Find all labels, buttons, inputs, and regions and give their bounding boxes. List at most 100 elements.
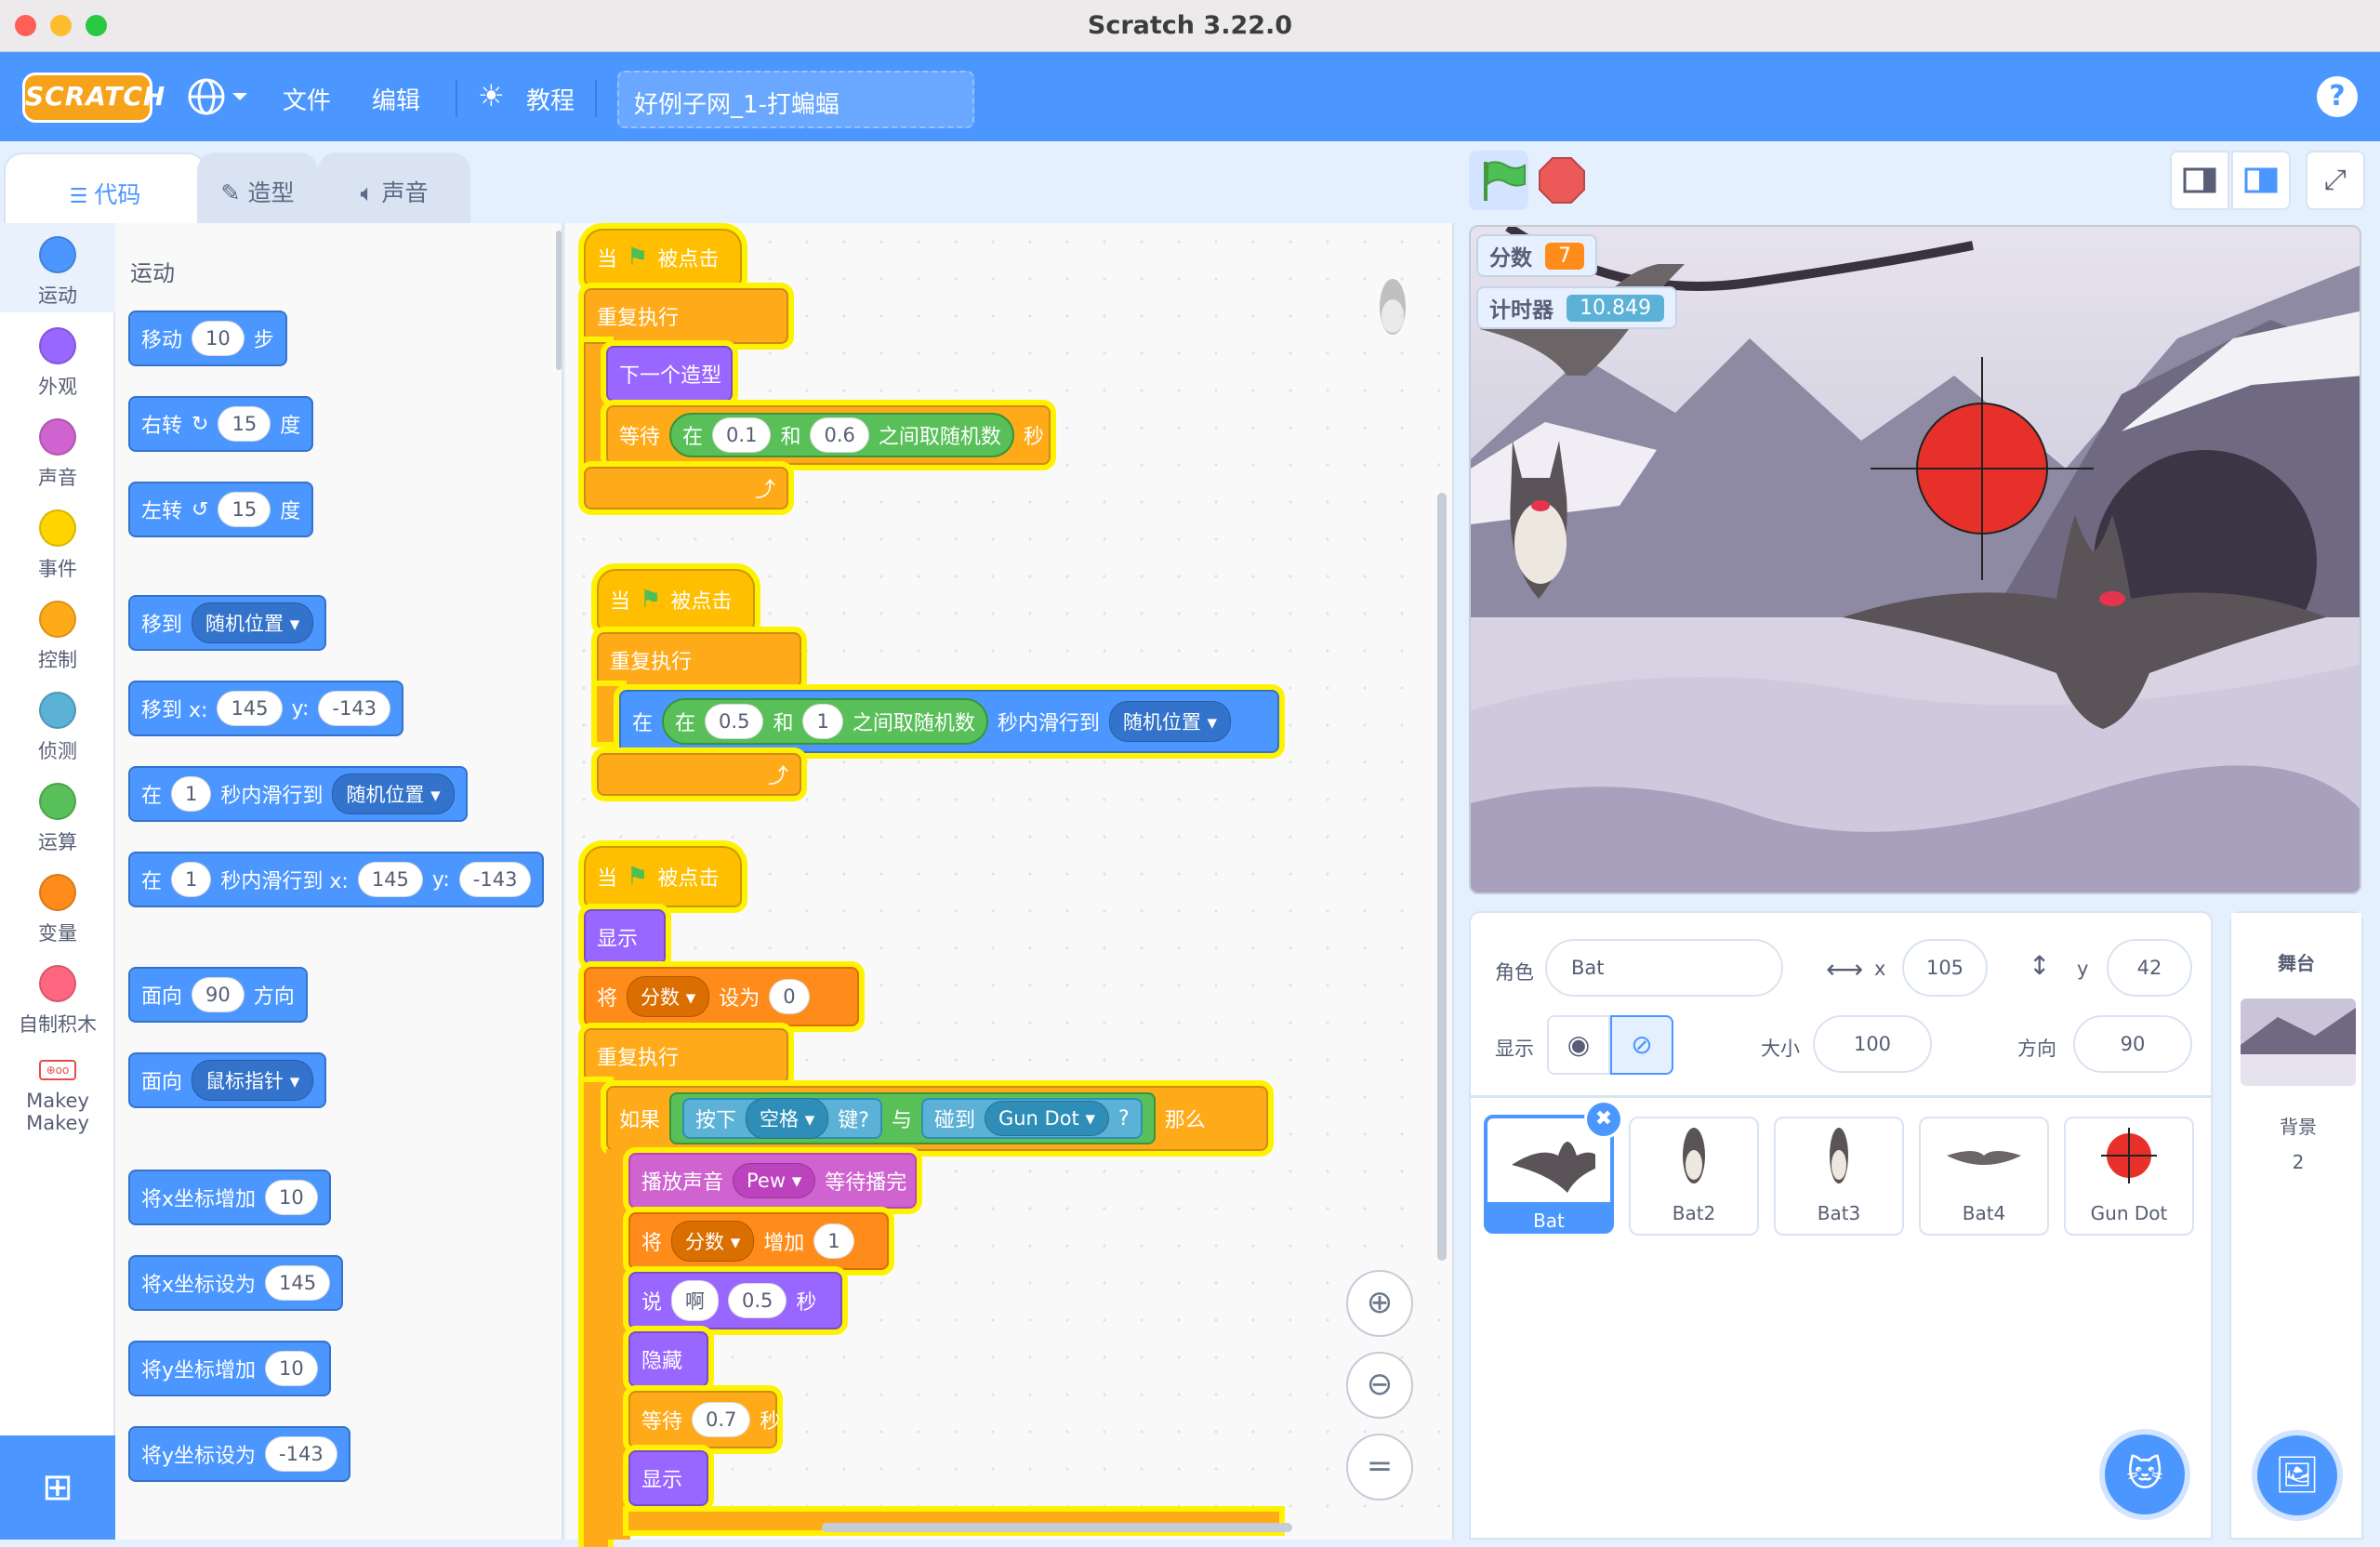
sprite-tile-gun-dot[interactable]: Gun Dot — [2064, 1117, 2194, 1236]
y-input[interactable]: -143 — [318, 691, 391, 726]
tab-costumes[interactable]: ✎ 造型 — [197, 152, 318, 223]
file-menu[interactable]: 文件 — [283, 82, 331, 116]
tab-sounds[interactable]: 🔈︎ 声音 — [318, 152, 470, 223]
secs-input[interactable]: 0.5 — [728, 1283, 787, 1318]
category-control[interactable]: 控制 — [0, 601, 115, 673]
category-my-blocks[interactable]: 自制积木 — [0, 965, 115, 1038]
zoom-in-button[interactable]: ⊕ — [1346, 1270, 1413, 1337]
random-from-input[interactable]: 0.1 — [712, 417, 772, 453]
category-sound[interactable]: 声音 — [0, 418, 115, 491]
if-block[interactable]: 如果 按下 空格 ▾ 键? 与 碰到 Gun Dot ▾? 那么 — [606, 1086, 1268, 1151]
wait-block[interactable]: 等待 0.7 秒 — [628, 1391, 780, 1448]
direction-input[interactable]: 90 — [2073, 1015, 2192, 1073]
touching-dropdown[interactable]: Gun Dot ▾ — [984, 1101, 1110, 1136]
towards-dropdown[interactable]: 鼠标指针 ▾ — [192, 1060, 314, 1101]
workspace-horizontal-scrollbar[interactable] — [822, 1523, 1292, 1532]
code-workspace[interactable]: 当 ⚑ 被点击 重复执行 下一个造型 等待 在 0.1 和 0.6 之间取随机数 秒 ⤴ 当… — [565, 223, 1454, 1547]
variable-dropdown[interactable]: 分数 ▾ — [671, 1221, 755, 1262]
sprite-name-input[interactable]: Bat — [1545, 939, 1783, 997]
palette-scrollbar[interactable] — [556, 231, 562, 370]
touching-block[interactable]: 碰到 Gun Dot ▾? — [920, 1098, 1143, 1139]
key-dropdown[interactable]: 空格 ▾ — [746, 1098, 829, 1139]
category-operators[interactable]: 运算 — [0, 783, 115, 855]
secs-input[interactable]: 0.7 — [692, 1402, 751, 1437]
steps-input[interactable]: 10 — [192, 321, 245, 356]
random-block[interactable]: 在 0.1 和 0.6 之间取随机数 — [669, 413, 1014, 457]
y-input[interactable]: 10 — [265, 1351, 318, 1386]
small-stage-button[interactable] — [2170, 151, 2229, 210]
x-input[interactable]: 145 — [265, 1265, 331, 1301]
sprite-tile-bat4[interactable]: Bat4 — [1919, 1117, 2049, 1236]
degrees-input[interactable]: 15 — [218, 492, 271, 527]
direction-input[interactable]: 90 — [192, 977, 245, 1012]
block-set-y[interactable]: 将y坐标设为 -143 — [128, 1426, 350, 1482]
stop-button[interactable] — [1536, 154, 1588, 210]
block-goto-xy[interactable]: 移到 x: 145 y: -143 — [128, 681, 404, 736]
block-move-steps[interactable]: 移动 10 步 — [128, 311, 287, 366]
and-block[interactable]: 按下 空格 ▾ 键? 与 碰到 Gun Dot ▾? — [669, 1092, 1156, 1144]
block-goto[interactable]: 移到 随机位置 ▾ — [128, 595, 327, 651]
show-hidden-button[interactable]: ⊘ — [1610, 1015, 1673, 1075]
category-looks[interactable]: 外观 — [0, 327, 115, 400]
tab-code[interactable]: ☰ 代码 — [4, 152, 206, 223]
random-block[interactable]: 在 0.5 和 1 之间取随机数 — [662, 698, 988, 745]
stage-canvas[interactable]: 分数 7 计时器 10.849 — [1469, 225, 2361, 894]
random-to-input[interactable]: 1 — [802, 704, 843, 739]
glide-dropdown[interactable]: 随机位置 ▾ — [332, 774, 455, 814]
set-variable-block[interactable]: 将分数 ▾ 设为 0 — [584, 967, 859, 1026]
choose-sprite-button[interactable]: 🐱︎ — [2099, 1429, 2190, 1520]
forever-block[interactable]: 重复执行 — [597, 632, 801, 688]
large-stage-button[interactable] — [2231, 151, 2291, 210]
block-turn-left[interactable]: 左转 ↺ 15 度 — [128, 482, 314, 537]
hide-block[interactable]: 隐藏 — [628, 1331, 708, 1387]
x-input[interactable]: 145 — [357, 862, 423, 897]
forever-block[interactable]: 重复执行 — [584, 1028, 788, 1084]
value-input[interactable]: 1 — [813, 1223, 854, 1259]
fullscreen-button[interactable]: ⤢ — [2306, 151, 2365, 210]
sprite-tile-bat3[interactable]: Bat3 — [1774, 1117, 1904, 1236]
stage-target-panel[interactable]: 舞台 背景 2 🖼︎ — [2229, 911, 2363, 1540]
x-input[interactable]: 145 — [217, 691, 283, 726]
x-input[interactable]: 10 — [265, 1180, 318, 1215]
language-button[interactable] — [186, 76, 251, 121]
secs-input[interactable]: 1 — [171, 862, 212, 897]
key-pressed-block[interactable]: 按下 空格 ▾ 键? — [682, 1098, 882, 1139]
sprite-tile-bat2[interactable]: Bat2 — [1629, 1117, 1759, 1236]
size-input[interactable]: 100 — [1813, 1015, 1932, 1073]
block-point-direction[interactable]: 面向 90 方向 — [128, 967, 308, 1023]
next-costume-block[interactable]: 下一个造型 — [606, 346, 733, 402]
x-input[interactable]: 105 — [1902, 939, 1988, 997]
category-motion[interactable]: 运动 — [0, 236, 115, 309]
category-events[interactable]: 事件 — [0, 509, 115, 582]
glide-target-dropdown[interactable]: 随机位置 ▾ — [1108, 701, 1232, 742]
tutorials-button[interactable]: ☀ 教程 — [478, 78, 575, 115]
play-sound-block[interactable]: 播放声音 Pew ▾ 等待播完 — [628, 1153, 917, 1209]
block-glide[interactable]: 在 1 秒内滑行到 随机位置 ▾ — [128, 766, 468, 822]
help-icon[interactable]: ? — [2317, 76, 2358, 117]
block-turn-right[interactable]: 右转 ↻ 15 度 — [128, 396, 314, 452]
when-flag-clicked-block[interactable]: 当 ⚑ 被点击 — [597, 569, 755, 630]
random-from-input[interactable]: 0.5 — [705, 704, 764, 739]
show-block[interactable]: 显示 — [628, 1450, 708, 1506]
show-visible-button[interactable]: ◉ — [1547, 1015, 1610, 1075]
workspace-vertical-scrollbar[interactable] — [1437, 493, 1447, 1261]
choose-backdrop-button[interactable]: 🖼︎ — [2252, 1430, 2343, 1521]
message-input[interactable]: 啊 — [671, 1280, 720, 1321]
glide-random-block[interactable]: 在 在 0.5 和 1 之间取随机数 秒内滑行到 随机位置 ▾ — [619, 690, 1279, 753]
block-glide-xy[interactable]: 在 1 秒内滑行到 x: 145 y: -143 — [128, 852, 545, 907]
value-input[interactable]: 0 — [769, 979, 810, 1014]
secs-input[interactable]: 1 — [171, 776, 212, 812]
block-point-towards[interactable]: 面向 鼠标指针 ▾ — [128, 1052, 327, 1108]
category-sensing[interactable]: 侦测 — [0, 692, 115, 764]
say-for-secs-block[interactable]: 说啊 0.5 秒 — [628, 1272, 842, 1329]
bat2-sprite[interactable] — [1489, 431, 1592, 617]
sprite-tile-bat[interactable]: Bat ✖ — [1484, 1100, 1623, 1234]
zoom-out-button[interactable]: ⊖ — [1346, 1352, 1413, 1419]
block-change-y[interactable]: 将y坐标增加 10 — [128, 1341, 331, 1396]
random-to-input[interactable]: 0.6 — [810, 417, 869, 453]
scratch-logo[interactable]: SCRATCH — [22, 73, 165, 123]
block-set-x[interactable]: 将x坐标设为 145 — [128, 1255, 344, 1311]
when-flag-clicked-block[interactable]: 当 ⚑ 被点击 — [584, 229, 742, 286]
variable-dropdown[interactable]: 分数 ▾ — [627, 976, 710, 1017]
block-change-x[interactable]: 将x坐标增加 10 — [128, 1170, 331, 1225]
